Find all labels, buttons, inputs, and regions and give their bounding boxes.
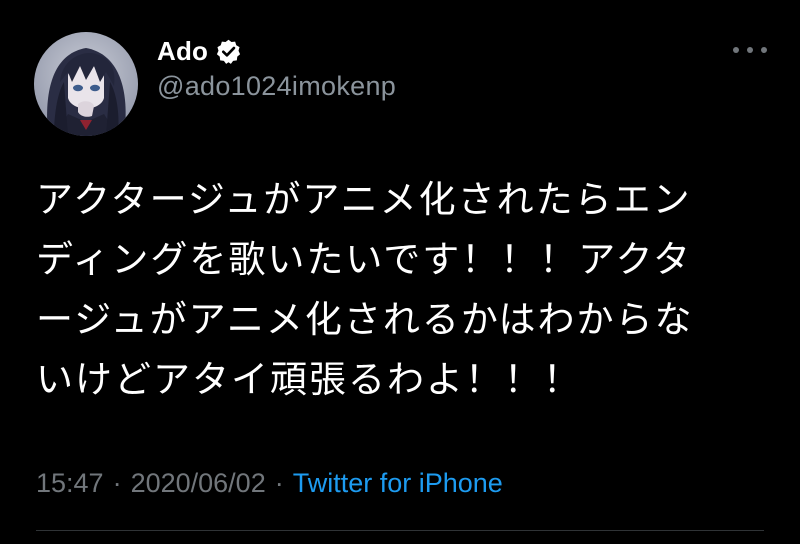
tweet-text-line: ージュがアニメ化されるかはわからな (36, 298, 694, 341)
meta-separator: · (112, 468, 122, 498)
display-name[interactable]: Ado (157, 36, 208, 67)
meta-separator: · (274, 468, 284, 498)
tweet-meta: 15:47 · 2020/06/02 · Twitter for iPhone (36, 468, 503, 499)
more-options-icon[interactable] (733, 40, 767, 60)
more-dot (747, 47, 753, 53)
more-dot (733, 47, 739, 53)
author-handle[interactable]: @ado1024imokenp (157, 71, 396, 102)
verified-badge-icon (215, 38, 242, 65)
tweet-card: Ado @ado1024imokenp アクタージュがアニメ化されたらエン ディ… (0, 0, 800, 544)
tweet-time[interactable]: 15:47 (36, 468, 104, 499)
tweet-date[interactable]: 2020/06/02 (131, 468, 266, 499)
author-name-row: Ado (157, 33, 396, 69)
tweet-source-link[interactable]: Twitter for iPhone (293, 468, 503, 499)
tweet-text-line: ディングを歌いたいです！！！アクタ (36, 238, 692, 281)
tweet-text-line: アクタージュがアニメ化されたらエン (36, 178, 692, 221)
tweet-text: アクタージュがアニメ化されたらエン ディングを歌いたいです！！！アクタ ージュが… (36, 170, 756, 410)
divider (36, 530, 764, 531)
avatar-illustration (34, 32, 138, 136)
avatar[interactable] (34, 32, 138, 136)
author-block: Ado @ado1024imokenp (157, 33, 396, 102)
more-dot (761, 47, 767, 53)
tweet-text-line: いけどアタイ頑張るわよ！！！ (36, 358, 582, 401)
